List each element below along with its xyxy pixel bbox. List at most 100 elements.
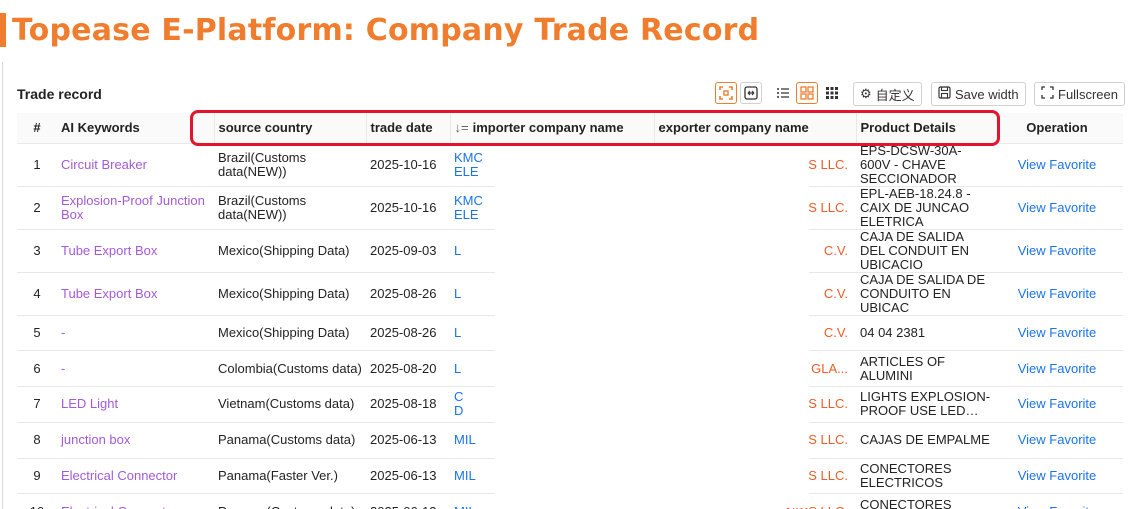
favorite-link[interactable]: Favorite xyxy=(1049,243,1096,258)
keyword-link[interactable]: Electrical Connector xyxy=(57,493,214,509)
table-header-row: # AI Keywords source country trade date … xyxy=(17,113,1123,144)
col-header-exporter[interactable]: exporter company name xyxy=(653,113,856,144)
favorite-link[interactable]: Favorite xyxy=(1049,157,1096,172)
view-link[interactable]: View xyxy=(1018,200,1046,215)
view-link[interactable]: View xyxy=(1018,504,1046,509)
trade-date: 2025-08-26 xyxy=(366,315,450,352)
trade-date: 2025-06-13 xyxy=(366,493,450,509)
favorite-link[interactable]: Favorite xyxy=(1049,325,1096,340)
operation-cell: View Favorite xyxy=(991,229,1123,273)
row-number: 1 xyxy=(17,143,57,187)
favorite-link[interactable]: Favorite xyxy=(1049,200,1096,215)
view-link[interactable]: View xyxy=(1018,243,1046,258)
view-link[interactable]: View xyxy=(1018,432,1046,447)
row-number: 9 xyxy=(17,458,57,495)
source-country: Brazil(Customs data(NEW)) xyxy=(214,143,366,187)
fullscreen-button[interactable]: Fullscreen xyxy=(1034,82,1125,106)
customize-button[interactable]: ⚙ 自定义 xyxy=(853,82,922,106)
save-width-button[interactable]: Save width xyxy=(931,82,1026,106)
save-width-label: Save width xyxy=(955,86,1019,102)
col-header-country[interactable]: source country xyxy=(213,113,366,144)
row-number: 7 xyxy=(17,386,57,423)
col-header-keywords[interactable]: AI Keywords xyxy=(57,113,214,144)
col-header-importer[interactable]: ↓= importer company name xyxy=(449,113,654,144)
row-number: 3 xyxy=(17,229,57,273)
view-link[interactable]: View xyxy=(1018,157,1046,172)
importer-name: L xyxy=(454,285,462,301)
product-details: CAJAS DE EMPALME xyxy=(856,422,991,459)
page-banner: Topease E-Platform: Company Trade Record xyxy=(0,10,759,50)
save-icon xyxy=(938,86,951,102)
view-link[interactable]: View xyxy=(1018,286,1046,301)
list-view-icon[interactable] xyxy=(772,82,794,104)
operation-cell: View Favorite xyxy=(991,386,1123,423)
redacted-area xyxy=(495,146,809,508)
importer-name-line2: ELE xyxy=(454,206,479,222)
keyword-link[interactable]: junction box xyxy=(57,422,214,459)
col-header-importer-label: importer company name xyxy=(472,120,624,136)
expand-width-icon[interactable] xyxy=(740,82,762,104)
importer-name: L xyxy=(454,360,462,376)
keyword-link[interactable]: Tube Export Box xyxy=(57,272,214,316)
favorite-link[interactable]: Favorite xyxy=(1049,432,1096,447)
favorite-link[interactable]: Favorite xyxy=(1049,361,1096,376)
source-country: Panama(Faster Ver.) xyxy=(214,458,366,495)
importer-name: KMC xyxy=(454,149,483,165)
product-details: EPS-DCSW-30A-600V - CHAVE SECCIONADOR xyxy=(856,143,991,187)
source-country: Panama(Customs data) xyxy=(214,422,366,459)
operation-cell: View Favorite xyxy=(991,143,1123,187)
view-link[interactable]: View xyxy=(1018,396,1046,411)
importer-name-line2: ELE xyxy=(454,163,479,179)
product-details: LIGHTS EXPLOSION-PROOF USE LED… xyxy=(856,386,991,423)
importer-name: KMC xyxy=(454,192,483,208)
importer-name-line2: D xyxy=(454,403,464,419)
keyword-link[interactable]: Explosion-Proof Junction Box xyxy=(57,186,214,230)
trade-date: 2025-08-20 xyxy=(366,350,450,388)
trade-date: 2025-09-03 xyxy=(366,229,450,273)
keyword-link[interactable]: LED Light xyxy=(57,386,214,423)
grid-view-icon[interactable] xyxy=(796,82,818,104)
favorite-link[interactable]: Favorite xyxy=(1049,468,1096,483)
source-country: Mexico(Shipping Data) xyxy=(214,272,366,316)
col-header-operation: Operation xyxy=(991,113,1123,144)
favorite-link[interactable]: Favorite xyxy=(1049,504,1096,509)
operation-cell: View Favorite xyxy=(991,186,1123,230)
operation-cell: View Favorite xyxy=(991,422,1123,459)
grid-dense-icon[interactable] xyxy=(821,82,843,104)
view-link[interactable]: View xyxy=(1018,361,1046,376)
trade-date: 2025-06-13 xyxy=(366,422,450,459)
trade-date: 2025-06-13 xyxy=(366,458,450,495)
keyword-link[interactable]: - xyxy=(57,350,214,388)
sort-icon[interactable]: ↓= xyxy=(455,120,469,135)
favorite-link[interactable]: Favorite xyxy=(1049,396,1096,411)
col-header-product[interactable]: Product Details xyxy=(855,113,991,144)
operation-cell: View Favorite xyxy=(991,350,1123,388)
keyword-link[interactable]: Circuit Breaker xyxy=(57,143,214,187)
row-number: 8 xyxy=(17,422,57,459)
page-title: Topease E-Platform: Company Trade Record xyxy=(12,12,760,48)
importer-name: MIL xyxy=(454,468,476,484)
operation-cell: View Favorite xyxy=(991,458,1123,495)
fit-screen-icon[interactable] xyxy=(715,82,737,104)
keyword-link[interactable]: Electrical Connector xyxy=(57,458,214,495)
product-details: CAJA DE SALIDA DE CONDUITO EN UBICAC xyxy=(856,272,991,316)
product-details: CONECTORES ELECTRICOS xyxy=(856,493,991,509)
keyword-link[interactable]: Tube Export Box xyxy=(57,229,214,273)
source-country: Panama(Customs data) xyxy=(214,493,366,509)
operation-cell: View Favorite xyxy=(991,315,1123,352)
row-number: 5 xyxy=(17,315,57,352)
view-toolbar xyxy=(715,82,843,106)
row-number: 6 xyxy=(17,350,57,388)
source-country: Brazil(Customs data(NEW)) xyxy=(214,186,366,230)
row-number: 10 xyxy=(17,493,57,509)
col-header-date[interactable]: trade date xyxy=(365,113,450,144)
view-link[interactable]: View xyxy=(1018,468,1046,483)
trade-date: 2025-10-16 xyxy=(366,186,450,230)
favorite-link[interactable]: Favorite xyxy=(1049,286,1096,301)
section-title: Trade record xyxy=(17,86,102,102)
importer-name: MIL xyxy=(454,432,476,448)
keyword-link[interactable]: - xyxy=(57,315,214,352)
view-link[interactable]: View xyxy=(1018,325,1046,340)
source-country: Mexico(Shipping Data) xyxy=(214,315,366,352)
gear-icon: ⚙ xyxy=(860,86,872,101)
